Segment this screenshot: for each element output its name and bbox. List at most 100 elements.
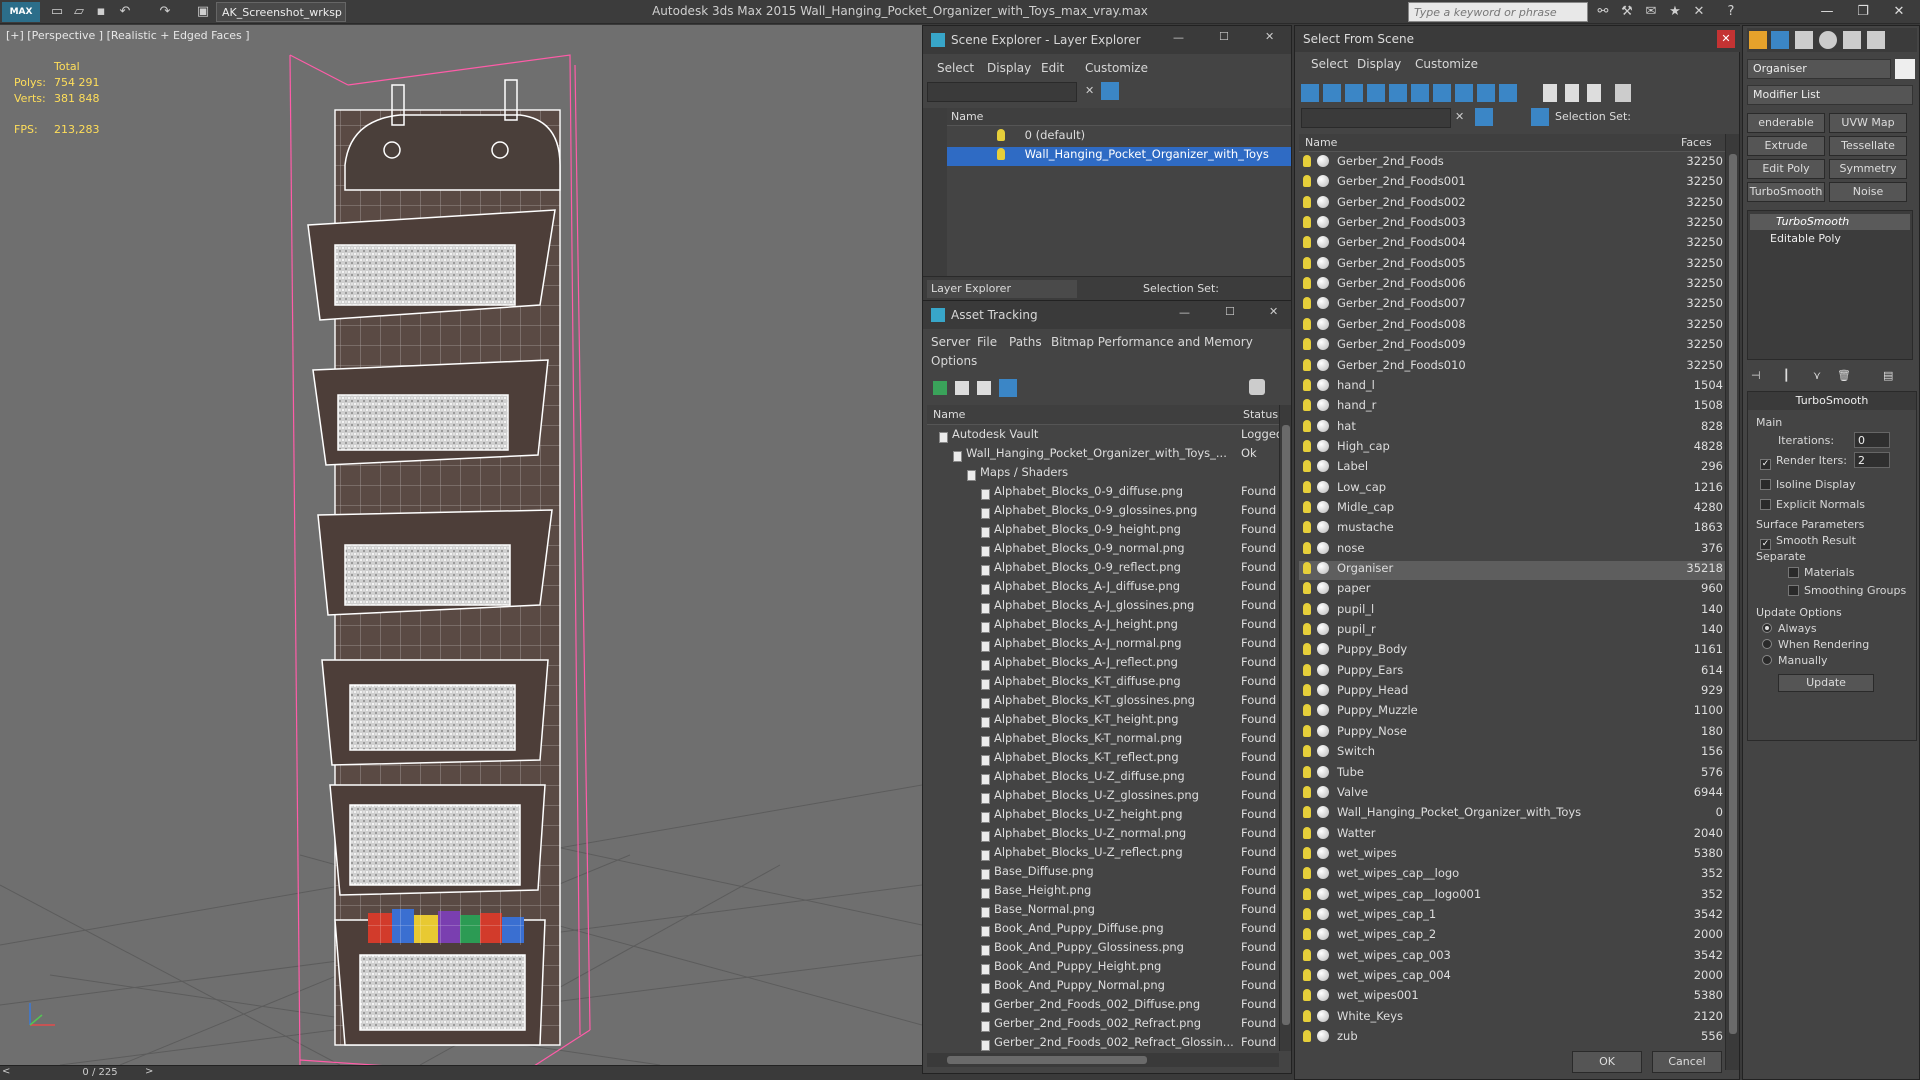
light-bulb-icon[interactable] <box>1303 338 1311 351</box>
scene-object-row[interactable]: Midle_cap 4280 <box>1299 500 1725 519</box>
scene-object-row[interactable]: Puppy_Head 929 <box>1299 683 1725 702</box>
configure-sets-icon[interactable]: ▤ <box>1883 369 1893 382</box>
light-bulb-icon[interactable] <box>1303 867 1311 880</box>
tools-icon[interactable]: ⚒ <box>1618 3 1636 21</box>
display-xrefs-icon[interactable] <box>1455 84 1473 102</box>
asset-row[interactable]: Gerber_2nd_Foods_002_Refract.png Found <box>927 1016 1279 1035</box>
asset-row[interactable]: Alphabet_Blocks_K-T_diffuse.png Found <box>927 674 1279 693</box>
menu-display[interactable]: Display <box>987 61 1031 75</box>
remove-modifier-icon[interactable]: 🗑 <box>1837 369 1851 382</box>
light-bulb-icon[interactable] <box>1303 989 1311 1002</box>
layer-name-header[interactable]: Name <box>947 108 1291 126</box>
prev-frame-icon[interactable]: < <box>2 1066 10 1077</box>
scene-object-row[interactable]: High_cap 4828 <box>1299 439 1725 458</box>
asset-row[interactable]: Book_And_Puppy_Glossiness.png Found <box>927 940 1279 959</box>
scene-object-row[interactable]: Gerber_2nd_Foods009 32250 <box>1299 337 1725 356</box>
restore-window-icon[interactable]: ❐ <box>1848 2 1878 22</box>
light-bulb-icon[interactable] <box>1303 317 1311 330</box>
motion-tab-icon[interactable] <box>1819 31 1837 49</box>
display-lights-icon[interactable] <box>1345 84 1363 102</box>
scene-object-row[interactable]: Switch 156 <box>1299 744 1725 763</box>
scene-object-row[interactable]: wet_wipes_cap_003 3542 <box>1299 948 1725 967</box>
iterations-spinner[interactable]: 0 <box>1854 432 1890 448</box>
asset-row[interactable]: Alphabet_Blocks_0-9_reflect.png Found <box>927 560 1279 579</box>
scene-object-row[interactable]: zub 556 <box>1299 1029 1725 1048</box>
object-color-swatch[interactable] <box>1895 59 1915 79</box>
search-input[interactable]: Type a keyword or phrase <box>1408 2 1588 22</box>
scene-object-row[interactable]: Valve 6944 <box>1299 785 1725 804</box>
asset-scrollbar[interactable] <box>1279 405 1291 1051</box>
light-bulb-icon[interactable] <box>1303 907 1311 920</box>
noise-button[interactable]: Noise <box>1829 182 1907 202</box>
scene-object-row[interactable]: Gerber_2nd_Foods010 32250 <box>1299 358 1725 377</box>
modify-tab-icon[interactable] <box>1771 31 1789 49</box>
scene-object-row[interactable]: Gerber_2nd_Foods007 32250 <box>1299 296 1725 315</box>
scene-object-row[interactable]: Puppy_Body 1161 <box>1299 642 1725 661</box>
menu-file[interactable]: File <box>977 335 997 349</box>
light-bulb-icon[interactable] <box>1303 684 1311 697</box>
light-bulb-icon[interactable] <box>1303 460 1311 473</box>
light-bulb-icon[interactable] <box>1303 745 1311 758</box>
always-radio[interactable]: Always <box>1762 622 1817 635</box>
light-bulb-icon[interactable] <box>1303 216 1311 229</box>
light-bulb-icon[interactable] <box>1303 195 1311 208</box>
asset-row[interactable]: Alphabet_Blocks_K-T_height.png Found <box>927 712 1279 731</box>
asset-row[interactable]: Alphabet_Blocks_U-Z_normal.png Found <box>927 826 1279 845</box>
asset-row[interactable]: Alphabet_Blocks_A-J_normal.png Found <box>927 636 1279 655</box>
smooth-result-checkbox[interactable]: ✓ Smooth Result <box>1760 534 1856 550</box>
edit-poly-button[interactable]: Edit Poly <box>1747 159 1825 179</box>
communication-icon[interactable]: ✉ <box>1642 3 1660 21</box>
render-iters-spinner[interactable]: 2 <box>1854 452 1890 468</box>
workspace-dropdown[interactable]: AK_Screenshot_wrksp <box>216 2 346 22</box>
asset-row[interactable]: Alphabet_Blocks_U-Z_diffuse.png Found <box>927 769 1279 788</box>
light-bulb-icon[interactable] <box>1303 155 1311 167</box>
object-name-field[interactable]: Organiser <box>1747 59 1891 79</box>
refresh-icon[interactable] <box>933 381 947 395</box>
scene-object-row[interactable]: wet_wipes_cap__logo 352 <box>1299 866 1725 885</box>
asset-h-scrollbar[interactable] <box>927 1053 1279 1067</box>
scene-object-row[interactable]: Gerber_2nd_Foods004 32250 <box>1299 235 1725 254</box>
light-bulb-icon[interactable] <box>1303 500 1311 513</box>
display-geometry-icon[interactable] <box>1301 84 1319 102</box>
light-bulb-icon[interactable] <box>1303 521 1311 534</box>
app-logo[interactable]: MAX <box>2 2 40 22</box>
help-icon[interactable] <box>1249 379 1265 395</box>
light-bulb-icon[interactable] <box>1303 297 1311 310</box>
light-bulb-icon[interactable] <box>1303 704 1311 717</box>
next-frame-icon[interactable]: > <box>145 1066 153 1077</box>
light-bulb-icon[interactable] <box>1303 785 1311 798</box>
scene-object-row[interactable]: Wall_Hanging_Pocket_Organizer_with_Toys 0 <box>1299 805 1725 824</box>
scene-object-row[interactable]: hand_l 1504 <box>1299 378 1725 397</box>
modifier-stack[interactable]: TurboSmooth Editable Poly <box>1747 210 1913 360</box>
display-helpers-icon[interactable] <box>1389 84 1407 102</box>
display-tab-icon[interactable] <box>1843 31 1861 49</box>
light-bulb-icon[interactable] <box>1303 806 1311 819</box>
scene-object-row[interactable]: Gerber_2nd_Foods008 32250 <box>1299 317 1725 336</box>
smoothing-groups-checkbox[interactable]: Smoothing Groups <box>1788 584 1906 597</box>
asset-row[interactable]: Maps / Shaders <box>927 465 1279 484</box>
light-bulb-icon[interactable] <box>1303 541 1311 554</box>
clear-filter-icon[interactable]: ✕ <box>1085 84 1094 97</box>
rollout-title[interactable]: TurboSmooth <box>1748 392 1916 410</box>
asset-row[interactable]: Book_And_Puppy_Height.png Found <box>927 959 1279 978</box>
light-bulb-icon[interactable] <box>1303 399 1311 412</box>
scene-object-row[interactable]: White_Keys 2120 <box>1299 1009 1725 1028</box>
filter-input[interactable] <box>927 82 1077 102</box>
scene-object-row[interactable]: Organiser 35218 <box>1299 561 1725 580</box>
light-bulb-icon[interactable] <box>1303 724 1311 737</box>
display-containers-icon[interactable] <box>1499 84 1517 102</box>
asset-status-header[interactable]: Status <box>1239 405 1279 425</box>
clear-find-icon[interactable]: ✕ <box>1455 110 1464 123</box>
scene-object-row[interactable]: mustache 1863 <box>1299 520 1725 539</box>
menu-display[interactable]: Display <box>1357 57 1401 71</box>
asset-row[interactable]: Alphabet_Blocks_0-9_glossines.png Found <box>927 503 1279 522</box>
new-file-icon[interactable]: ▭ <box>48 3 66 21</box>
menu-options[interactable]: Options <box>931 354 977 368</box>
light-bulb-icon[interactable] <box>1303 439 1311 452</box>
undo-icon[interactable]: ↶ <box>116 3 134 21</box>
asset-row[interactable]: Gerber_2nd_Foods_002_Diffuse.png Found <box>927 997 1279 1016</box>
asset-row[interactable]: Alphabet_Blocks_A-J_height.png Found <box>927 617 1279 636</box>
asset-row[interactable]: Alphabet_Blocks_U-Z_reflect.png Found <box>927 845 1279 864</box>
scene-object-row[interactable]: wet_wipes_cap_2 2000 <box>1299 927 1725 946</box>
scene-name-header[interactable]: Name <box>1299 134 1675 152</box>
